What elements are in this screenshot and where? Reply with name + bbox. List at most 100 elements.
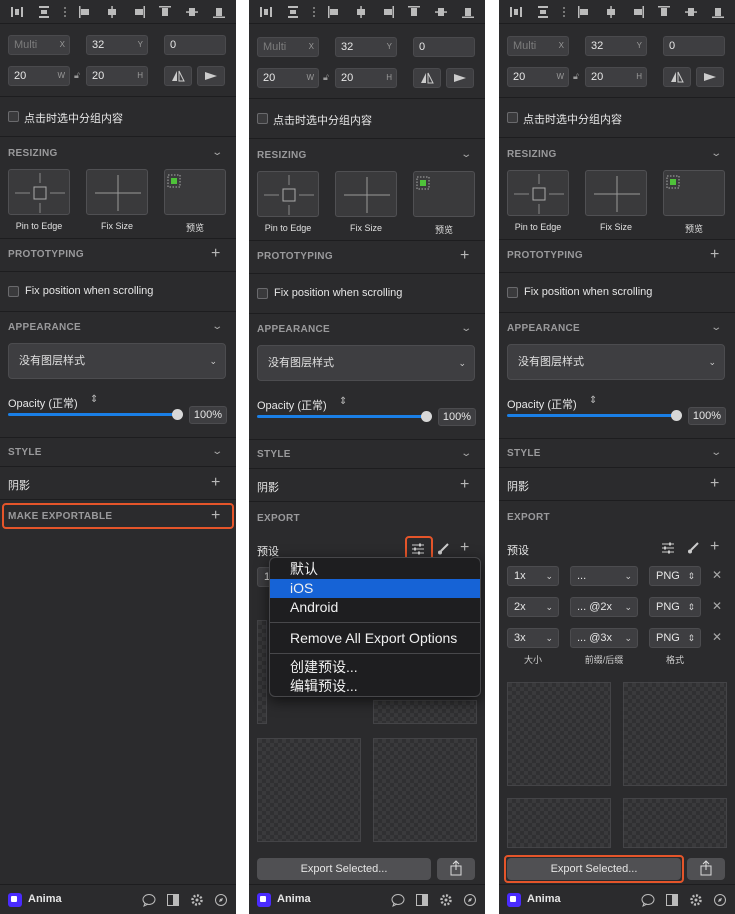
- distribute-horizontal-icon[interactable]: [509, 5, 523, 19]
- export-suffix-field[interactable]: ... ⌄: [570, 566, 638, 586]
- menu-item-default[interactable]: 默认: [270, 560, 480, 579]
- opacity-value-field[interactable]: 100%: [688, 407, 726, 425]
- export-suffix-field[interactable]: ... @2x ⌄: [570, 597, 638, 617]
- flip-horizontal-button[interactable]: [663, 67, 691, 87]
- remove-export-icon[interactable]: ✕: [712, 568, 722, 582]
- group-select-checkbox[interactable]: [8, 111, 19, 122]
- add-prototyping-icon[interactable]: +: [211, 246, 220, 262]
- comment-icon[interactable]: [641, 893, 655, 907]
- lock-ratio-icon[interactable]: 🔓︎: [573, 71, 579, 82]
- menu-item-android[interactable]: Android: [270, 598, 480, 617]
- flip-horizontal-button[interactable]: [164, 66, 192, 86]
- fix-position-checkbox[interactable]: [507, 287, 518, 298]
- menu-item-remove-all[interactable]: Remove All Export Options: [270, 629, 480, 648]
- align-bottom-icon[interactable]: [711, 5, 725, 19]
- export-format-select[interactable]: PNG ⇕: [649, 597, 701, 617]
- gear-icon[interactable]: [689, 893, 703, 907]
- opacity-slider-handle[interactable]: [172, 409, 183, 420]
- x-position-field[interactable]: Multi X: [257, 37, 319, 57]
- distribute-horizontal-icon[interactable]: [259, 5, 273, 19]
- export-format-select[interactable]: PNG ⇕: [649, 628, 701, 648]
- opacity-slider[interactable]: [257, 415, 427, 418]
- add-export-icon[interactable]: +: [710, 539, 719, 555]
- distribute-vertical-icon[interactable]: [37, 5, 51, 19]
- align-left-icon[interactable]: [327, 5, 341, 19]
- export-selected-button[interactable]: Export Selected...: [257, 858, 431, 880]
- comment-icon[interactable]: [391, 893, 405, 907]
- add-shadow-icon[interactable]: +: [460, 477, 469, 493]
- compass-icon[interactable]: [214, 893, 228, 907]
- align-bottom-icon[interactable]: [212, 5, 226, 19]
- opacity-slider[interactable]: [507, 414, 677, 417]
- chevron-down-icon[interactable]: ⌄: [460, 448, 472, 459]
- group-select-checkbox[interactable]: [257, 113, 268, 124]
- opacity-value-field[interactable]: 100%: [189, 406, 227, 424]
- opacity-slider-handle[interactable]: [671, 410, 682, 421]
- gear-icon[interactable]: [190, 893, 204, 907]
- flip-vertical-button[interactable]: [197, 66, 225, 86]
- layer-style-dropdown[interactable]: 没有图层样式 ⌄: [257, 345, 475, 381]
- chevron-down-icon[interactable]: ⌄: [211, 147, 223, 158]
- width-field[interactable]: 20 W: [8, 66, 70, 86]
- fix-size-box[interactable]: [585, 170, 647, 216]
- pin-to-edge-box[interactable]: [8, 169, 70, 215]
- align-top-icon[interactable]: [407, 5, 421, 19]
- layer-style-dropdown[interactable]: 没有图层样式 ⌄: [507, 344, 725, 380]
- opacity-stepper-icon[interactable]: ⇕: [589, 395, 597, 406]
- sidebar-toggle-icon[interactable]: [166, 893, 180, 907]
- export-suffix-field[interactable]: ... @3x ⌄: [570, 628, 638, 648]
- align-middle-icon[interactable]: [684, 5, 698, 19]
- flip-vertical-button[interactable]: [446, 68, 474, 88]
- export-format-select[interactable]: PNG ⇕: [649, 566, 701, 586]
- export-size-select[interactable]: 2x ⌄: [507, 597, 559, 617]
- pin-to-edge-box[interactable]: [507, 170, 569, 216]
- align-middle-icon[interactable]: [185, 5, 199, 19]
- x-position-field[interactable]: Multi X: [8, 35, 70, 55]
- x-position-field[interactable]: Multi X: [507, 36, 569, 56]
- align-top-icon[interactable]: [657, 5, 671, 19]
- anima-logo-icon[interactable]: [8, 893, 22, 907]
- height-field[interactable]: 20 H: [335, 68, 397, 88]
- align-bottom-icon[interactable]: [461, 5, 475, 19]
- preset-settings-icon[interactable]: [661, 542, 675, 554]
- anima-logo-icon[interactable]: [507, 893, 521, 907]
- align-center-horizontal-icon[interactable]: [105, 5, 119, 19]
- anima-label[interactable]: Anima: [527, 893, 561, 905]
- anima-logo-icon[interactable]: [257, 893, 271, 907]
- y-position-field[interactable]: 32 Y: [335, 37, 397, 57]
- chevron-down-icon[interactable]: ⌄: [211, 321, 223, 332]
- lock-ratio-icon[interactable]: 🔓︎: [323, 72, 329, 83]
- compass-icon[interactable]: [713, 893, 727, 907]
- width-field[interactable]: 20 W: [257, 68, 319, 88]
- group-select-checkbox[interactable]: [507, 112, 518, 123]
- gear-icon[interactable]: [439, 893, 453, 907]
- width-field[interactable]: 20 W: [507, 67, 569, 87]
- align-left-icon[interactable]: [78, 5, 92, 19]
- opacity-stepper-icon[interactable]: ⇕: [339, 396, 347, 407]
- export-size-select[interactable]: 1x ⌄: [507, 566, 559, 586]
- flip-horizontal-button[interactable]: [413, 68, 441, 88]
- align-right-icon[interactable]: [631, 5, 645, 19]
- align-right-icon[interactable]: [132, 5, 146, 19]
- fix-position-checkbox[interactable]: [257, 288, 268, 299]
- rotation-field[interactable]: 0: [164, 35, 226, 55]
- add-prototyping-icon[interactable]: +: [460, 248, 469, 264]
- brush-icon[interactable]: [687, 542, 699, 554]
- rotation-field[interactable]: 0: [663, 36, 725, 56]
- align-center-horizontal-icon[interactable]: [354, 5, 368, 19]
- rotation-field[interactable]: 0: [413, 37, 475, 57]
- add-prototyping-icon[interactable]: +: [710, 247, 719, 263]
- align-top-icon[interactable]: [158, 5, 172, 19]
- layer-style-dropdown[interactable]: 没有图层样式 ⌄: [8, 343, 226, 379]
- comment-icon[interactable]: [142, 893, 156, 907]
- add-export-icon[interactable]: +: [460, 540, 469, 556]
- share-button[interactable]: [437, 858, 475, 880]
- chevron-down-icon[interactable]: ⌄: [710, 148, 722, 159]
- remove-export-icon[interactable]: ✕: [712, 599, 722, 613]
- fix-size-box[interactable]: [335, 171, 397, 217]
- height-field[interactable]: 20 H: [585, 67, 647, 87]
- height-field[interactable]: 20 H: [86, 66, 148, 86]
- add-shadow-icon[interactable]: +: [710, 476, 719, 492]
- remove-export-icon[interactable]: ✕: [712, 630, 722, 644]
- menu-item-create-preset[interactable]: 创建预设...: [270, 658, 480, 677]
